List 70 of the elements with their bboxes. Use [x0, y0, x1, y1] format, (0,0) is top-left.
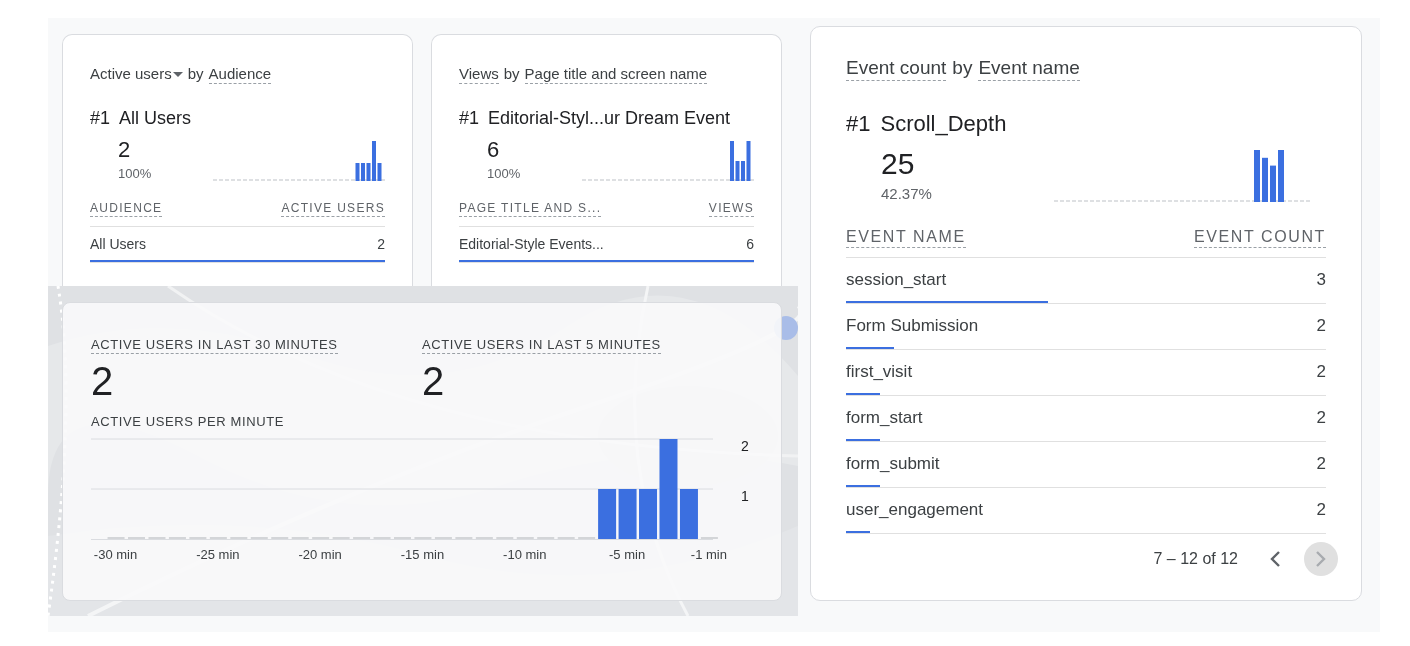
- row-value: 2: [1316, 362, 1326, 382]
- top-item-share: 42.37%: [881, 185, 932, 202]
- y-tick-label: 1: [741, 488, 749, 504]
- top-item-value: 25: [881, 147, 916, 181]
- row-value: 2: [1316, 454, 1326, 474]
- column-header[interactable]: VIEWS: [708, 201, 754, 217]
- column-header[interactable]: ACTIVE USERS: [281, 201, 385, 217]
- row-value: 6: [746, 236, 754, 252]
- metric-dropdown[interactable]: Active users: [90, 65, 183, 82]
- pagination-label: 7 – 12 of 12: [1153, 550, 1238, 568]
- chevron-left-icon: [1269, 550, 1281, 568]
- row-label[interactable]: first_visit: [846, 362, 913, 382]
- top-item-value: 6: [487, 137, 501, 163]
- top-item-share: 100%: [118, 166, 152, 181]
- by-label: by: [952, 57, 973, 79]
- bar[interactable]: [679, 489, 698, 539]
- sparkline-bar: [1278, 150, 1284, 202]
- chevron-right-icon: [1315, 550, 1327, 568]
- metric-label: Views: [459, 65, 499, 84]
- row-value: 2: [1316, 316, 1326, 336]
- by-label: by: [187, 65, 204, 82]
- sparkline-bar: [1270, 165, 1276, 202]
- row-label[interactable]: Form Submission: [846, 316, 979, 336]
- x-tick-label: -25 min: [196, 547, 240, 562]
- row-value: 2: [1316, 500, 1326, 520]
- x-tick-label: -30 min: [93, 547, 138, 562]
- x-tick-label: -10 min: [503, 547, 547, 562]
- chart-title: ACTIVE USERS PER MINUTE: [91, 414, 284, 429]
- column-header[interactable]: EVENT COUNT: [1194, 228, 1326, 248]
- stat-label: ACTIVE USERS IN LAST 5 MINUTES: [422, 337, 661, 354]
- bar[interactable]: [618, 489, 637, 539]
- x-tick-label: -20 min: [298, 547, 342, 562]
- top-item-name: Editorial-Styl...ur Dream Event: [488, 108, 731, 129]
- row-label[interactable]: All Users: [90, 236, 146, 252]
- column-header[interactable]: PAGE TITLE AND S...: [459, 201, 602, 217]
- caret-icon: [172, 71, 183, 78]
- dimension-label: Event name: [978, 57, 1080, 81]
- x-tick-label: -5 min: [609, 547, 646, 562]
- top-item-value: 2: [118, 137, 132, 163]
- row-label[interactable]: user_engagement: [846, 500, 984, 520]
- stat-label: ACTIVE USERS IN LAST 30 MINUTES: [91, 337, 338, 354]
- rank-label: #1: [90, 108, 111, 129]
- bar[interactable]: [598, 489, 617, 539]
- row-label[interactable]: Editorial-Style Events...: [459, 236, 604, 252]
- rank-label: #1: [459, 108, 480, 129]
- stat-value: 2: [422, 359, 446, 404]
- top-item-name: All Users: [119, 108, 192, 129]
- x-tick-label: -1 min: [690, 547, 727, 562]
- row-value: 2: [377, 236, 385, 252]
- dimension-label: Page title and screen name: [524, 65, 708, 84]
- by-label: by: [503, 65, 520, 82]
- sparkline-bar: [1262, 157, 1268, 202]
- top-item-name: Scroll_Depth: [880, 111, 1007, 137]
- bar[interactable]: [639, 489, 658, 539]
- column-header[interactable]: AUDIENCE: [90, 201, 163, 217]
- row-label[interactable]: form_start: [846, 408, 923, 428]
- rank-label: #1: [846, 111, 871, 137]
- row-value: 2: [1316, 408, 1326, 428]
- bar[interactable]: [659, 439, 678, 539]
- row-value: 3: [1316, 270, 1326, 290]
- y-tick-label: 2: [741, 438, 749, 454]
- x-tick-label: -15 min: [400, 547, 445, 562]
- metric-label: Event count: [846, 57, 947, 81]
- column-header[interactable]: EVENT NAME: [846, 228, 966, 248]
- dimension-label: Audience: [208, 65, 272, 84]
- top-item-share: 100%: [487, 166, 521, 181]
- row-label[interactable]: session_start: [846, 270, 947, 290]
- sparkline-bar: [1254, 150, 1260, 202]
- row-label[interactable]: form_submit: [846, 454, 940, 474]
- stat-value: 2: [91, 359, 115, 404]
